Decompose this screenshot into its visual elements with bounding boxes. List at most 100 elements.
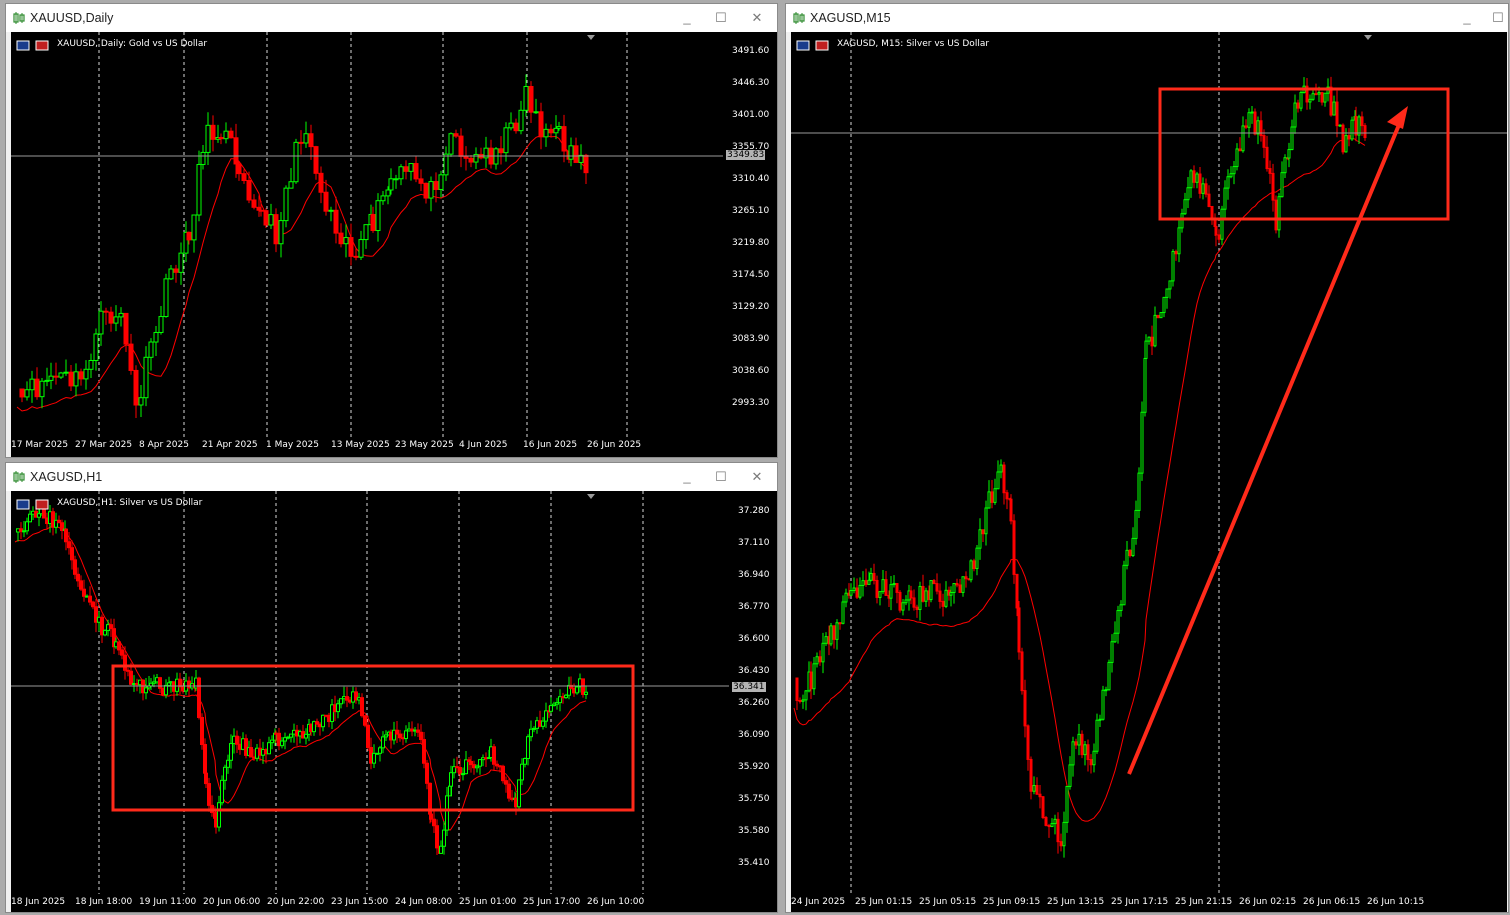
candle-body	[1177, 227, 1181, 255]
candle-body	[191, 214, 197, 241]
candle-body	[898, 591, 902, 611]
candle-body	[303, 133, 309, 144]
candle-body	[1220, 208, 1224, 240]
candle-body	[944, 589, 948, 607]
candle-body	[445, 795, 449, 831]
maximize-icon[interactable]: ☐	[712, 10, 730, 26]
time-axis[interactable]: 17 Mar 2025 27 Mar 2025 8 Apr 2025 21 Apr 2…	[11, 437, 777, 457]
candle-body	[73, 371, 79, 387]
candle-body	[25, 521, 29, 532]
candle-body	[223, 130, 229, 140]
silver-h1-candles	[11, 491, 729, 894]
price-chart-area[interactable]: XAGUSD, H1: Silver vs US Dollar	[11, 491, 729, 894]
price-tick-label: 3310.40	[732, 174, 770, 184]
candle-body	[1344, 135, 1348, 153]
candle-body	[372, 752, 376, 764]
candle-body	[935, 583, 939, 592]
candle-body	[964, 576, 968, 580]
time-axis[interactable]: 18 Jun 2025 18 Jun 18:00 19 Jun 11:00 20 Ju…	[11, 894, 777, 912]
candle-body	[458, 767, 462, 775]
price-axis[interactable]: 37.280 37.110 36.940 36.770 36.600 36.430 36.2…	[729, 491, 777, 894]
candle-body	[961, 576, 965, 593]
candle-body	[338, 232, 344, 245]
candle-body	[1101, 689, 1105, 720]
chart-window-xagusd-h1[interactable]: XAGUSD,H1 _ ☐ ✕ XAGUSD, H1: Silver vs US…	[5, 462, 778, 913]
candle-body	[375, 200, 381, 232]
window-titlebar[interactable]: XAGUSD,M15 _ ☐	[786, 4, 1508, 32]
minimize-icon[interactable]: _	[678, 469, 696, 485]
candle-body	[1059, 841, 1063, 847]
candle-body	[804, 690, 808, 701]
candle-body	[1180, 213, 1184, 229]
candle-body	[366, 724, 370, 749]
candlestick-chart-icon	[13, 12, 25, 24]
gold-candles	[11, 32, 723, 437]
candle-body	[529, 728, 533, 738]
candle-body	[553, 127, 559, 134]
candle-body	[938, 590, 942, 602]
candle-body	[1041, 796, 1045, 819]
candle-body	[267, 742, 271, 755]
candle-body	[328, 209, 334, 212]
chart-title: XAGUSD, M15: Silver vs US Dollar	[837, 39, 990, 49]
candle-body	[996, 471, 1000, 490]
candle-body	[858, 584, 862, 598]
candle-body	[798, 700, 802, 703]
candle-body	[835, 622, 839, 640]
time-tick-label: 21 Apr 2025	[202, 440, 258, 450]
time-tick-label: 23 Jun 15:00	[331, 897, 389, 907]
maximize-icon[interactable]: ☐	[712, 469, 730, 485]
candle-body	[433, 181, 439, 190]
candle-body	[129, 670, 133, 685]
candle-body	[573, 145, 579, 163]
candle-body	[1104, 689, 1108, 692]
candle-body	[1265, 146, 1269, 170]
minimize-icon[interactable]: _	[678, 10, 696, 26]
minimize-icon[interactable]: _	[1458, 10, 1476, 26]
chart-shift-marker	[587, 35, 595, 40]
price-axis[interactable]: 3491.60 3446.30 3401.00 3355.70 3310.40 3265.…	[723, 32, 777, 437]
window-titlebar[interactable]: XAUUSD,Daily _ ☐ ✕	[6, 4, 777, 32]
price-chart-area[interactable]: XAGUSD, M15: Silver vs US Dollar	[791, 32, 1507, 894]
candle-body	[123, 312, 129, 345]
candle-body	[91, 601, 95, 608]
maximize-icon[interactable]: ☐	[1489, 10, 1507, 26]
candle-body	[380, 195, 386, 202]
candle-body	[93, 333, 99, 361]
candle-body	[204, 772, 208, 785]
candle-body	[70, 547, 74, 561]
candle-body	[443, 153, 449, 176]
candle-body	[381, 736, 385, 749]
time-axis[interactable]: 24 Jun 2025 25 Jun 01:15 25 Jun 05:15 25 Ju…	[791, 894, 1507, 912]
candle-body	[1262, 135, 1266, 148]
candle-body	[1074, 741, 1078, 746]
price-tick-label: 3491.60	[732, 46, 770, 56]
candle-body	[855, 587, 859, 598]
close-icon[interactable]: ✕	[748, 10, 766, 26]
time-tick-label: 27 Mar 2025	[75, 440, 133, 450]
candle-body	[1062, 821, 1066, 847]
candle-body	[1125, 549, 1129, 566]
candle-body	[24, 389, 30, 398]
candle-body	[44, 379, 50, 382]
candle-body	[549, 705, 553, 712]
price-tick-label: 35.750	[738, 794, 770, 804]
candle-body	[972, 560, 976, 570]
candle-body	[832, 625, 836, 640]
candle-body	[1253, 111, 1257, 135]
price-chart-area[interactable]: XAUUSD, Daily: Gold vs US Dollar	[11, 32, 723, 437]
price-tick-label: 3219.80	[732, 238, 770, 248]
candle-body	[584, 691, 588, 695]
chart-window-xagusd-m15[interactable]: XAGUSD,M15 _ ☐ XAGUSD, M15: Silver vs US…	[785, 3, 1509, 913]
candle-body	[561, 126, 567, 152]
close-icon[interactable]: ✕	[748, 469, 766, 485]
window-titlebar[interactable]: XAGUSD,H1 _ ☐ ✕	[6, 463, 777, 491]
chart-window-xauusd-daily[interactable]: XAUUSD,Daily _ ☐ ✕ XAUUSD, Daily: Gold v…	[5, 3, 778, 458]
candle-body	[520, 763, 524, 781]
candle-body	[226, 759, 230, 768]
time-tick-label: 20 Jun 06:00	[203, 897, 261, 907]
candle-body	[88, 595, 92, 603]
candle-body	[1341, 124, 1345, 153]
candle-body	[463, 155, 469, 159]
candle-body	[263, 210, 269, 226]
